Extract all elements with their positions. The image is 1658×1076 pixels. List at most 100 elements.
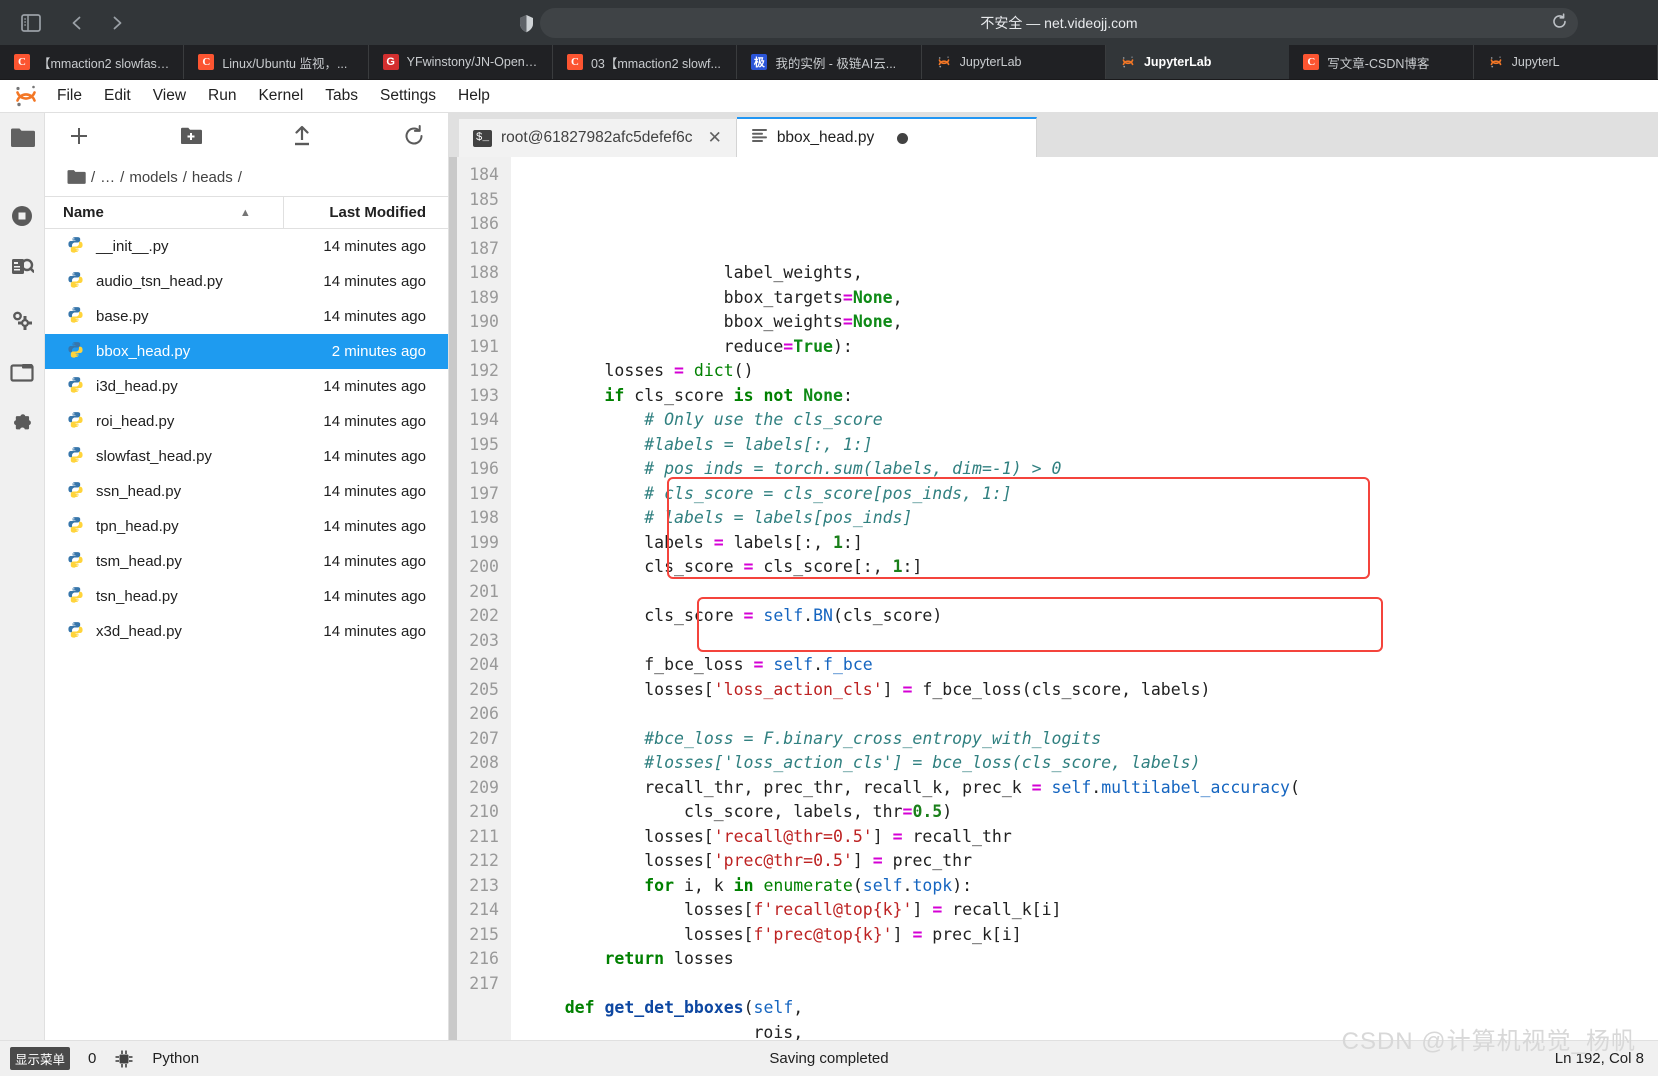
extensions-icon[interactable] xyxy=(9,411,35,437)
code-line[interactable]: f_bce_loss = self.f_bce xyxy=(525,653,1658,678)
code-line[interactable] xyxy=(525,580,1658,605)
address-bar[interactable]: 不安全 — net.videojj.com xyxy=(512,8,1578,38)
code-line[interactable] xyxy=(525,972,1658,997)
file-list-item[interactable]: slowfast_head.py 14 minutes ago xyxy=(45,439,448,474)
terminal-count[interactable]: 0 xyxy=(88,1050,96,1067)
browser-tab[interactable]: JupyterL xyxy=(1474,45,1658,79)
code-line[interactable]: losses = dict() xyxy=(525,359,1658,384)
code-line[interactable] xyxy=(525,702,1658,727)
code-line[interactable]: rois, xyxy=(525,1021,1658,1041)
code-line[interactable]: #bce_loss = F.binary_cross_entropy_with_… xyxy=(525,727,1658,752)
breadcrumb-root-folder-icon[interactable] xyxy=(67,169,86,185)
browser-tab[interactable]: 极我的实例 - 极链AI云... xyxy=(737,45,922,79)
column-header-last-modified[interactable]: Last Modified xyxy=(283,197,448,228)
code-line[interactable]: labels = labels[:, 1:] xyxy=(525,531,1658,556)
unsaved-indicator[interactable] xyxy=(897,132,909,144)
open-tabs-icon[interactable] xyxy=(9,359,35,385)
code-line[interactable]: # labels = labels[pos_inds] xyxy=(525,506,1658,531)
breadcrumb-segment[interactable]: / xyxy=(183,169,187,186)
sidebar-toggle-icon[interactable] xyxy=(14,6,48,40)
file-list-item[interactable]: roi_head.py 14 minutes ago xyxy=(45,404,448,439)
menu-file[interactable]: File xyxy=(46,83,93,109)
browser-tab[interactable]: JupyterLab xyxy=(922,45,1106,79)
code-content[interactable]: label_weights, bbox_targets=None, bbox_w… xyxy=(511,157,1658,1040)
file-list-item[interactable]: tsm_head.py 14 minutes ago xyxy=(45,544,448,579)
code-line[interactable]: losses[f'recall@top{k}'] = recall_k[i] xyxy=(525,898,1658,923)
menu-settings[interactable]: Settings xyxy=(369,83,447,109)
browser-tab[interactable]: C Linux/Ubuntu 监视，... xyxy=(184,45,369,79)
kernel-language[interactable]: Python xyxy=(152,1050,199,1067)
code-line[interactable]: #labels = labels[:, 1:] xyxy=(525,433,1658,458)
code-line[interactable]: # Only use the cls_score xyxy=(525,408,1658,433)
code-line[interactable]: cls_score = cls_score[:, 1:] xyxy=(525,555,1658,580)
file-list-item[interactable]: tpn_head.py 14 minutes ago xyxy=(45,509,448,544)
cursor-position[interactable]: Ln 192, Col 8 xyxy=(1555,1050,1644,1067)
file-list-item[interactable]: bbox_head.py 2 minutes ago xyxy=(45,334,448,369)
browser-tab[interactable]: C 03【mmaction2 slowf... xyxy=(553,45,738,79)
breadcrumb-segment[interactable]: models xyxy=(129,169,177,186)
code-line[interactable] xyxy=(525,629,1658,654)
back-arrow-icon[interactable] xyxy=(60,6,94,40)
new-folder-button[interactable] xyxy=(163,119,219,153)
code-line[interactable]: #losses['loss_action_cls'] = bce_loss(cl… xyxy=(525,751,1658,776)
code-line[interactable]: # pos_inds = torch.sum(labels, dim=-1) >… xyxy=(525,457,1658,482)
file-list-item[interactable]: x3d_head.py 14 minutes ago xyxy=(45,614,448,649)
property-inspector-icon[interactable] xyxy=(9,307,35,333)
code-line[interactable]: losses[f'prec@top{k}'] = prec_k[i] xyxy=(525,923,1658,948)
running-terminals-icon[interactable] xyxy=(9,203,35,229)
file-list-item[interactable]: audio_tsn_head.py 14 minutes ago xyxy=(45,264,448,299)
file-list-item[interactable]: ssn_head.py 14 minutes ago xyxy=(45,474,448,509)
new-launcher-button[interactable] xyxy=(51,119,107,153)
dock-tab[interactable]: $_ root@61827982afc5defef6c ✕ xyxy=(459,119,737,157)
menu-kernel[interactable]: Kernel xyxy=(247,83,314,109)
file-list-item[interactable]: __init__.py 14 minutes ago xyxy=(45,229,448,264)
code-line[interactable]: # cls_score = cls_score[pos_inds, 1:] xyxy=(525,482,1658,507)
refresh-button[interactable] xyxy=(386,119,442,153)
breadcrumb-segment[interactable]: heads xyxy=(192,169,233,186)
breadcrumb-segment[interactable]: / xyxy=(238,169,242,186)
file-browser-icon[interactable] xyxy=(10,127,36,151)
breadcrumb-segment[interactable]: / xyxy=(120,169,124,186)
shield-icon[interactable] xyxy=(512,14,540,33)
code-line[interactable]: cls_score, labels, thr=0.5) xyxy=(525,800,1658,825)
file-list-item[interactable]: i3d_head.py 14 minutes ago xyxy=(45,369,448,404)
code-line[interactable]: bbox_targets=None, xyxy=(525,286,1658,311)
code-line[interactable]: losses['recall@thr=0.5'] = recall_thr xyxy=(525,825,1658,850)
browser-tab[interactable]: G YFwinstony/JN-OpenL... xyxy=(369,45,553,79)
commands-icon[interactable] xyxy=(9,255,35,281)
menu-edit[interactable]: Edit xyxy=(93,83,142,109)
close-icon[interactable]: ✕ xyxy=(708,128,722,148)
breadcrumb[interactable]: / … / models / heads / xyxy=(45,158,448,196)
code-editor[interactable]: 184 185 186 187 188 189 190 191 192 193 194 195 196 1… xyxy=(449,157,1658,1040)
menu-run[interactable]: Run xyxy=(197,83,247,109)
browser-tab[interactable]: JupyterLab xyxy=(1105,45,1290,79)
code-line[interactable]: bbox_weights=None, xyxy=(525,310,1658,335)
code-line[interactable]: reduce=True): xyxy=(525,335,1658,360)
breadcrumb-segment[interactable]: … xyxy=(100,169,115,186)
line-number: 205 xyxy=(469,679,499,699)
code-line[interactable]: losses['loss_action_cls'] = f_bce_loss(c… xyxy=(525,678,1658,703)
code-line[interactable]: recall_thr, prec_thr, recall_k, prec_k =… xyxy=(525,776,1658,801)
code-line[interactable]: def get_det_bboxes(self, xyxy=(525,996,1658,1021)
url-text-field[interactable]: 不安全 — net.videojj.com xyxy=(540,8,1578,38)
upload-button[interactable] xyxy=(274,119,330,153)
code-line[interactable]: if cls_score is not None: xyxy=(525,384,1658,409)
forward-arrow-icon[interactable] xyxy=(100,6,134,40)
reload-icon[interactable] xyxy=(1551,13,1568,33)
file-list-item[interactable]: tsn_head.py 14 minutes ago xyxy=(45,579,448,614)
code-line[interactable]: for i, k in enumerate(self.topk): xyxy=(525,874,1658,899)
code-line[interactable]: label_weights, xyxy=(525,261,1658,286)
code-line[interactable]: cls_score = self.BN(cls_score) xyxy=(525,604,1658,629)
browser-tab[interactable]: C 【mmaction2 slowfast... xyxy=(0,45,185,79)
menu-view[interactable]: View xyxy=(142,83,197,109)
menu-tabs[interactable]: Tabs xyxy=(314,83,369,109)
code-line[interactable]: return losses xyxy=(525,947,1658,972)
dock-tab[interactable]: bbox_head.py xyxy=(736,117,1037,157)
kernel-chip-icon[interactable] xyxy=(114,1049,134,1069)
column-header-name[interactable]: Name ▲ xyxy=(45,204,283,221)
browser-tab[interactable]: C 写文章-CSDN博客 xyxy=(1289,45,1474,79)
file-list-item[interactable]: base.py 14 minutes ago xyxy=(45,299,448,334)
menu-help[interactable]: Help xyxy=(447,83,501,109)
breadcrumb-segment[interactable]: / xyxy=(91,169,95,186)
code-line[interactable]: losses['prec@thr=0.5'] = prec_thr xyxy=(525,849,1658,874)
